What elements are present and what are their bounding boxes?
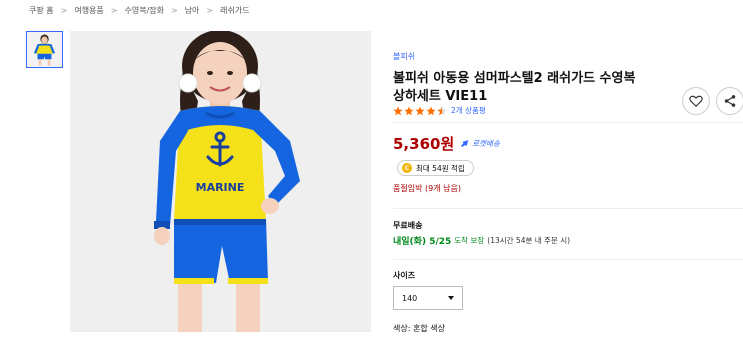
size-selected-value: 140 <box>402 293 418 303</box>
review-count-link[interactable]: 2개 상품평 <box>451 105 486 116</box>
product-title-line1: 볼피쉬 아동용 섬머파스텔2 래쉬가드 수영복 <box>393 71 636 86</box>
product-thumbnail-image <box>27 32 62 67</box>
breadcrumb-home[interactable]: 쿠팡 홈 <box>29 5 54 16</box>
reward-points-text: 최대 54원 적립 <box>416 163 465 173</box>
print-text: MARINE <box>196 181 245 194</box>
share-icon <box>724 95 736 107</box>
product-thumbnail[interactable] <box>26 31 63 68</box>
divider <box>393 208 743 209</box>
star-icon <box>393 106 403 115</box>
heart-icon <box>689 95 703 108</box>
product-actions <box>682 87 743 115</box>
rocket-delivery-badge: 로켓배송 <box>460 138 500 149</box>
rating-stars <box>393 106 447 116</box>
breadcrumb-separator: > <box>60 5 68 15</box>
wishlist-button[interactable] <box>682 87 710 115</box>
breadcrumb-separator: > <box>170 5 178 15</box>
star-icon <box>426 106 436 115</box>
product-title: 볼피쉬 아동용 섬머파스텔2 래쉬가드 수영복 상하세트 VIE11 <box>393 70 673 106</box>
star-icon <box>415 106 425 115</box>
chevron-down-icon <box>448 296 454 300</box>
product-price: 5,360원 <box>393 135 455 153</box>
product-rating[interactable]: 2개 상품평 <box>393 105 486 116</box>
color-option-label: 색상: 혼합 색상 <box>393 324 445 333</box>
order-cutoff: (13시간 54분 내 주문 시) <box>487 236 571 245</box>
rocket-icon <box>461 140 469 147</box>
divider <box>393 259 743 260</box>
stock-notice: 품절임박 (9개 남음) <box>393 184 461 193</box>
breadcrumb-separator: > <box>110 5 118 15</box>
breadcrumb-travel[interactable]: 여행용품 <box>74 5 103 16</box>
size-label: 사이즈 <box>393 271 416 280</box>
divider <box>393 122 743 123</box>
breadcrumb-boys[interactable]: 남아 <box>185 5 200 16</box>
share-button[interactable] <box>716 87 743 115</box>
brand-link[interactable]: 볼피쉬 <box>393 51 415 62</box>
delivery-estimate: 내일(화) 5/25 도착 보장 (13시간 54분 내 주문 시) <box>393 234 570 247</box>
product-main-image[interactable]: MARINE <box>70 31 371 332</box>
product-photo: MARINE <box>70 31 371 332</box>
free-shipping-label: 무료배송 <box>393 221 423 230</box>
breadcrumb-rashguard[interactable]: 래쉬가드 <box>220 5 249 16</box>
star-half-icon <box>437 106 447 115</box>
delivery-guarantee: 도착 보장 <box>454 236 485 245</box>
delivery-date: 내일(화) 5/25 <box>393 237 452 247</box>
reward-points-badge: C 최대 54원 적립 <box>397 160 474 176</box>
breadcrumb: 쿠팡 홈 > 여행용품 > 수영복/잡화 > 남아 > 래쉬가드 <box>29 4 250 16</box>
size-select[interactable]: 140 <box>393 286 463 310</box>
coin-icon: C <box>402 163 412 173</box>
breadcrumb-swimwear[interactable]: 수영복/잡화 <box>124 5 164 16</box>
breadcrumb-separator: > <box>206 5 214 15</box>
product-title-line2: 상하세트 VIE11 <box>393 89 488 104</box>
star-icon <box>404 106 414 115</box>
price-row: 5,360원 로켓배송 <box>393 133 500 154</box>
rocket-delivery-label: 로켓배송 <box>472 139 500 148</box>
